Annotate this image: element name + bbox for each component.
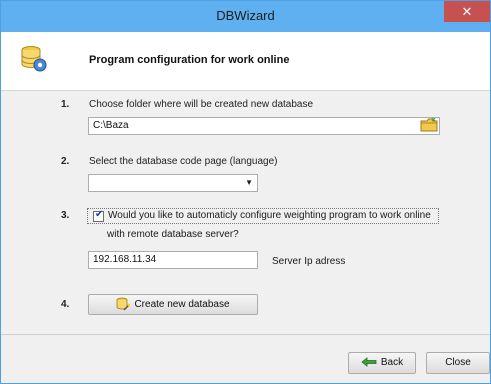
server-ip-label: Server Ip adress — [272, 256, 346, 267]
create-database-button[interactable]: Create new database — [88, 294, 258, 315]
browse-folder-icon[interactable] — [420, 117, 438, 133]
folder-path-input[interactable]: C:\Baza — [88, 117, 440, 135]
back-button[interactable]: Back — [348, 352, 416, 374]
step-3-number: 3. — [61, 210, 70, 221]
server-ip-value: 192.168.11.34 — [93, 254, 157, 265]
step-2-number: 2. — [61, 156, 70, 167]
title-bar[interactable]: DBWizard ✕ — [1, 1, 490, 32]
window-close-button[interactable]: ✕ — [444, 1, 490, 22]
create-database-label: Create new database — [134, 299, 230, 310]
folder-path-value: C:\Baza — [93, 120, 129, 131]
code-page-select[interactable]: ▼ — [88, 174, 258, 192]
footer-separator — [1, 334, 490, 335]
auto-configure-label: Would you like to automaticly configure … — [108, 210, 431, 221]
server-ip-input[interactable]: 192.168.11.34 — [88, 251, 258, 269]
close-label: Close — [445, 357, 471, 368]
window-title: DBWizard — [216, 8, 275, 23]
page-title: Program configuration for work online — [89, 54, 290, 66]
auto-configure-checkbox-row[interactable]: ✔ Would you like to automaticly configur… — [87, 208, 439, 224]
chevron-down-icon: ▼ — [245, 178, 253, 187]
step-1-number: 1. — [61, 99, 70, 110]
dbwizard-window: DBWizard ✕ Program configuration for wor… — [0, 0, 491, 384]
back-arrow-icon — [361, 357, 377, 368]
step-4-number: 4. — [61, 299, 70, 310]
auto-configure-label-line2: with remote database server? — [107, 229, 239, 240]
database-gear-icon — [21, 46, 47, 72]
database-wand-icon — [117, 297, 131, 311]
auto-configure-checkbox[interactable]: ✔ — [93, 209, 104, 222]
close-icon: ✕ — [461, 4, 473, 19]
step-1-label: Choose folder where will be created new … — [89, 99, 314, 110]
wizard-header: Program configuration for work online — [1, 32, 490, 91]
close-button[interactable]: Close — [426, 352, 490, 374]
step-2-label: Select the database code page (language) — [89, 156, 278, 167]
back-label: Back — [380, 357, 404, 368]
checkmark-icon: ✔ — [95, 209, 104, 220]
